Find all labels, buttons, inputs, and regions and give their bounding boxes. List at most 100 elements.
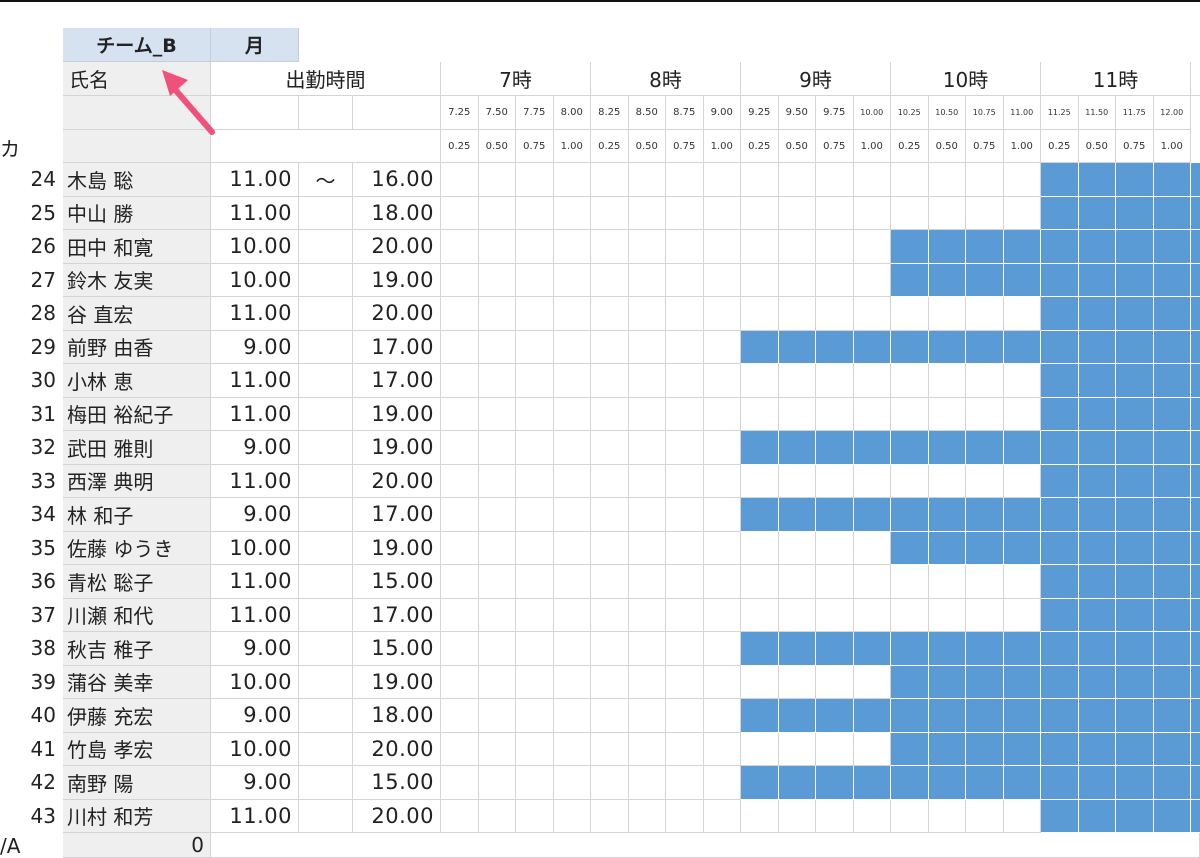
shift-cell-filled[interactable] [891,732,929,766]
end-time-cell[interactable]: 17.00 [353,364,441,398]
tilde-cell[interactable] [299,397,353,431]
shift-cell[interactable] [591,163,629,197]
shift-cell[interactable] [628,431,666,465]
shift-cell-filled[interactable] [853,699,891,733]
shift-cell[interactable] [1003,565,1041,599]
shift-cell[interactable] [666,196,704,230]
quarter-label-cell[interactable]: 10.00 [853,96,891,130]
shift-cell[interactable] [441,799,479,833]
header-blank-cell[interactable] [299,96,353,130]
shift-cell-filled[interactable] [1041,732,1079,766]
shift-cell[interactable] [666,598,704,632]
shift-cell-filled[interactable] [1153,665,1191,699]
shift-cell[interactable] [591,531,629,565]
employee-name-cell[interactable]: 中山 勝 [63,196,211,230]
shift-cell[interactable] [478,330,516,364]
shift-cell[interactable] [478,196,516,230]
shift-cell[interactable] [553,397,591,431]
shift-cell[interactable] [516,431,554,465]
fraction-label-cell[interactable]: 0.75 [816,130,854,163]
shift-cell-filled[interactable] [1153,699,1191,733]
shift-cell-filled[interactable] [1041,565,1079,599]
shift-cell[interactable] [853,196,891,230]
fraction-label-cell[interactable]: 0.75 [666,130,704,163]
shift-cell[interactable] [441,364,479,398]
start-time-cell[interactable]: 11.00 [211,565,299,599]
shift-cell[interactable] [666,565,704,599]
shift-cell[interactable] [478,230,516,264]
shift-cell[interactable] [628,196,666,230]
shift-cell-filled[interactable] [1041,665,1079,699]
shift-cell[interactable] [703,230,741,264]
shift-cell-filled[interactable] [891,263,929,297]
shift-cell[interactable] [928,163,966,197]
shift-cell[interactable] [441,498,479,532]
start-time-cell[interactable]: 11.00 [211,196,299,230]
shift-cell[interactable] [966,163,1004,197]
employee-name-cell[interactable]: 青松 聡子 [63,565,211,599]
employee-name-cell[interactable]: 前野 由香 [63,330,211,364]
shift-cell-filled[interactable] [816,498,854,532]
shift-cell[interactable] [628,163,666,197]
shift-cell-filled[interactable] [1153,766,1191,800]
quarter-label-cell[interactable]: 9.25 [741,96,779,130]
shift-cell[interactable] [703,799,741,833]
tilde-cell[interactable] [299,196,353,230]
fraction-label-cell[interactable]: 0.50 [478,130,516,163]
shift-cell[interactable] [553,464,591,498]
employee-name-cell[interactable]: 林 和子 [63,498,211,532]
hour-header-cell[interactable]: 7時 [441,62,591,96]
shift-cell[interactable] [966,799,1004,833]
shift-cell-filled[interactable] [741,498,779,532]
shift-cell-overflow[interactable] [1191,732,1200,766]
shift-cell[interactable] [628,632,666,666]
start-time-cell[interactable]: 9.00 [211,431,299,465]
shift-cell-filled[interactable] [891,699,929,733]
shift-cell[interactable] [516,364,554,398]
shift-cell-filled[interactable] [1153,330,1191,364]
quarter-label-cell[interactable]: 8.25 [591,96,629,130]
shift-cell[interactable] [966,565,1004,599]
shift-cell-overflow[interactable] [1191,397,1200,431]
tilde-cell[interactable] [299,598,353,632]
start-time-cell[interactable]: 11.00 [211,598,299,632]
shift-cell-filled[interactable] [741,632,779,666]
employee-name-cell[interactable]: 小林 恵 [63,364,211,398]
shift-cell-filled[interactable] [853,431,891,465]
shift-cell[interactable] [478,263,516,297]
quarter-label-cell[interactable]: 8.75 [666,96,704,130]
hour-header-overflow[interactable] [1191,62,1200,96]
shift-cell[interactable] [516,699,554,733]
employee-name-cell[interactable]: 伊藤 充宏 [63,699,211,733]
shift-cell-filled[interactable] [1078,632,1116,666]
shift-cell[interactable] [928,464,966,498]
shift-cell[interactable] [666,297,704,331]
shift-cell-filled[interactable] [1153,397,1191,431]
shift-cell-overflow[interactable] [1191,263,1200,297]
shift-cell[interactable] [853,565,891,599]
shift-cell-filled[interactable] [1003,632,1041,666]
shift-cell-filled[interactable] [1078,364,1116,398]
shift-cell-filled[interactable] [1078,330,1116,364]
shift-cell[interactable] [928,598,966,632]
shift-cell[interactable] [441,699,479,733]
shift-cell-filled[interactable] [966,498,1004,532]
shift-cell[interactable] [741,565,779,599]
fraction-label-cell[interactable]: 0.50 [628,130,666,163]
fraction-label-cell[interactable]: 0.50 [1078,130,1116,163]
shift-cell-filled[interactable] [966,665,1004,699]
shift-cell-filled[interactable] [1153,263,1191,297]
shift-cell[interactable] [703,330,741,364]
shift-cell-filled[interactable] [741,766,779,800]
shift-cell-overflow[interactable] [1191,565,1200,599]
shift-cell-filled[interactable] [1153,364,1191,398]
shift-cell-filled[interactable] [778,330,816,364]
shift-cell-overflow[interactable] [1191,799,1200,833]
shift-cell[interactable] [591,397,629,431]
tilde-cell[interactable] [299,799,353,833]
shift-cell-filled[interactable] [1116,464,1154,498]
fraction-label-cell[interactable]: 1.00 [1153,130,1191,163]
shift-cell[interactable] [478,397,516,431]
fraction-label-cell[interactable]: 1.00 [853,130,891,163]
shift-cell-filled[interactable] [1116,732,1154,766]
